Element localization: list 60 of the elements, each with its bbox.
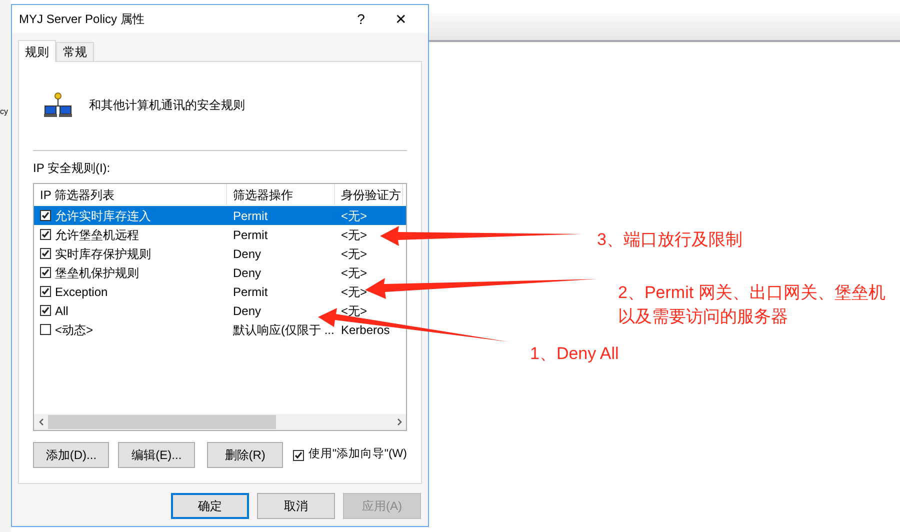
annotation-text: 2、Permit 网关、出口网关、堡垒机以及需要访问的服务器 — [618, 282, 886, 328]
rule-row[interactable]: 实时库存保护规则 Deny <无> — [34, 244, 406, 263]
column-header[interactable]: 筛选器操作 — [227, 184, 335, 205]
annotation-text: 3、端口放行及限制 — [597, 229, 742, 251]
table-cell-text: <动态> — [55, 322, 94, 338]
network-computers-icon — [43, 92, 73, 118]
wizard-label[interactable]: 使用"添加向导"(W) — [308, 446, 407, 464]
table-cell-text: 堡垒机保护规则 — [55, 264, 139, 282]
annotation-text: 1、Deny All — [530, 343, 619, 365]
action-button[interactable]: 编辑(E)... — [118, 442, 195, 468]
close-button[interactable]: ✕ — [381, 8, 421, 30]
checkbox[interactable] — [40, 324, 51, 335]
table-cell-text: <无> — [340, 284, 368, 300]
table-cell-text: <无> — [340, 264, 368, 282]
action-button[interactable]: 添加(D)... — [33, 442, 110, 468]
table-cell-text: Kerberos — [340, 322, 391, 338]
background-text: cy — [0, 108, 9, 116]
table-cell-text: <无> — [340, 208, 368, 224]
table-cell-text: All — [55, 302, 68, 320]
checkbox[interactable] — [40, 305, 51, 316]
checkbox[interactable] — [293, 450, 304, 460]
tab[interactable]: 常规 — [56, 42, 94, 61]
help-button[interactable]: ? — [341, 8, 381, 30]
tab[interactable]: 规则 — [18, 40, 56, 62]
column-header[interactable]: 身份验证方 — [335, 184, 403, 205]
table-cell-text: Deny — [232, 264, 262, 282]
intro-text: 和其他计算机通讯的安全规则 — [89, 97, 245, 114]
table-cell-text: 允许堡垒机远程 — [55, 226, 139, 244]
checkbox[interactable] — [40, 267, 51, 278]
rule-row[interactable]: All Deny <无> — [34, 301, 406, 320]
horizontal-scrollbar[interactable] — [34, 414, 406, 430]
rule-row[interactable]: 堡垒机保护规则 Deny <无> — [34, 263, 406, 282]
table-cell-text: Permit — [232, 226, 269, 244]
table-cell-text: <无> — [340, 226, 368, 244]
table-cell-text: 允许实时库存连入 — [55, 208, 151, 224]
checkbox[interactable] — [40, 286, 51, 297]
action-button[interactable]: 删除(R) — [206, 442, 284, 468]
column-header[interactable]: IP 筛选器列表 — [34, 184, 227, 205]
table-cell-text: <无> — [340, 302, 368, 320]
table-cell-text: Permit — [232, 284, 269, 300]
scroll-right-icon[interactable] — [396, 418, 402, 426]
checkbox[interactable] — [40, 210, 51, 221]
table-cell-text: 默认响应(仅限于 ... — [232, 322, 335, 338]
table-cell-text: Deny — [232, 302, 262, 320]
rule-row[interactable]: 允许堡垒机远程 Permit <无> — [34, 225, 406, 244]
checkbox[interactable] — [40, 229, 51, 240]
scroll-left-icon[interactable] — [38, 418, 44, 426]
dialog-button[interactable]: 取消 — [257, 493, 335, 519]
rules-label: IP 安全规则(I): — [33, 160, 112, 177]
rule-row[interactable]: <动态> 默认响应(仅限于 ... Kerberos — [34, 320, 406, 339]
table-cell-text: Permit — [232, 208, 269, 224]
rule-row[interactable]: Exception Permit <无> — [34, 282, 406, 301]
window-title: MYJ Server Policy 属性 — [19, 11, 146, 28]
checkbox[interactable] — [40, 248, 51, 259]
table-cell-text: <无> — [340, 246, 368, 262]
table-cell-text: 实时库存保护规则 — [55, 246, 151, 262]
rule-row[interactable]: 允许实时库存连入 Permit <无> — [34, 206, 406, 225]
dialog-button[interactable]: 确定 — [171, 493, 249, 519]
table-cell-text: Deny — [232, 246, 262, 262]
table-cell-text: Exception — [55, 284, 108, 300]
